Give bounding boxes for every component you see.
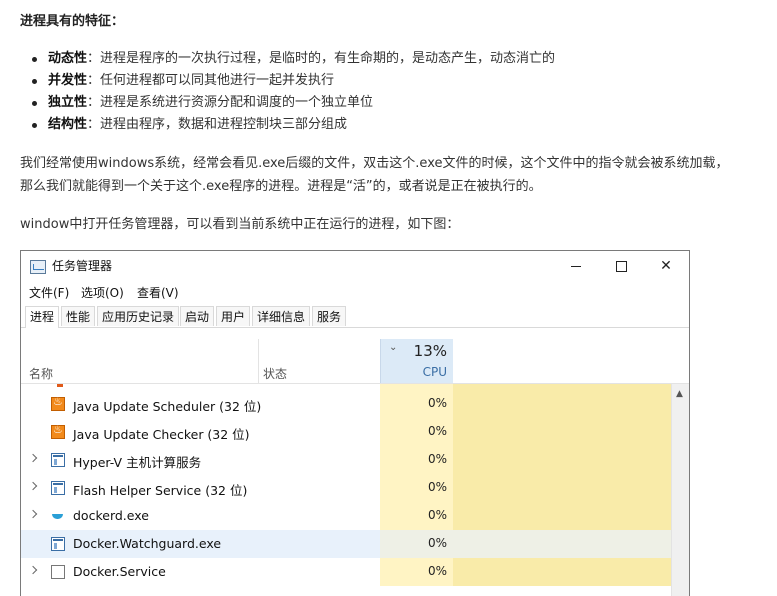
window-icon xyxy=(51,537,65,551)
feature-term: 并发性 xyxy=(48,73,88,88)
tab-users[interactable]: 用户 xyxy=(216,306,251,326)
cpu-column-label: CPU xyxy=(422,365,447,379)
process-name: Docker.Watchguard.exe xyxy=(73,536,222,551)
task-manager-window: 任务管理器 ✕ 文件(F) 选项(O) 查看(V) 进程 性能 应用历史记录 启… xyxy=(20,250,690,596)
tab-processes[interactable]: 进程 xyxy=(25,306,60,328)
expand-chevron-icon[interactable] xyxy=(30,454,38,462)
table-row[interactable]: Docker.Service 0% xyxy=(21,558,671,586)
memory-cell xyxy=(453,446,671,474)
feature-term: 独立性 xyxy=(48,95,88,110)
minimize-icon xyxy=(571,265,581,267)
memory-cell xyxy=(453,474,671,502)
process-name: dockerd.exe xyxy=(73,508,149,523)
column-divider[interactable] xyxy=(258,339,259,383)
feature-desc: ：进程是系统进行资源分配和调度的一个独立单位 xyxy=(87,95,374,110)
window-icon xyxy=(51,481,65,495)
menu-options[interactable]: 选项(O) xyxy=(81,284,124,301)
table-row[interactable]: Java Update Scheduler (32 位) 0% xyxy=(21,390,671,418)
expand-chevron-icon[interactable] xyxy=(30,510,38,518)
tab-performance[interactable]: 性能 xyxy=(61,306,96,326)
paragraph-line: 那么我们就能得到一个关于这个.exe程序的进程。进程是“活”的，或者说是正在被执… xyxy=(20,179,542,194)
table-row[interactable]: dockerd.exe 0% xyxy=(21,502,671,530)
memory-cell xyxy=(453,530,671,558)
memory-cell xyxy=(453,390,671,418)
process-cpu: 0% xyxy=(427,536,447,550)
expand-chevron-icon[interactable] xyxy=(30,482,38,490)
table-row[interactable]: Hyper-V 主机计算服务 0% xyxy=(21,446,671,474)
table-row-selected[interactable]: Docker.Watchguard.exe 0% xyxy=(21,530,671,558)
memory-cell xyxy=(453,558,671,586)
process-cpu: 0% xyxy=(427,508,447,522)
tab-services[interactable]: 服务 xyxy=(312,306,347,326)
feature-term: 结构性 xyxy=(48,117,88,132)
menu-file[interactable]: 文件(F) xyxy=(29,284,69,301)
scroll-up-icon[interactable]: ▲ xyxy=(676,389,683,399)
feature-desc: ：进程是程序的一次执行过程，是临时的，有生命期的，是动态产生，动态消亡的 xyxy=(87,51,556,66)
feature-item: 并发性：任何进程都可以同其他进行一起并发执行 xyxy=(20,70,555,92)
memory-cell xyxy=(453,418,671,446)
document-icon xyxy=(51,565,65,579)
close-button[interactable]: ✕ xyxy=(643,251,689,281)
feature-desc: ：进程由程序，数据和进程控制块三部分组成 xyxy=(87,117,348,132)
feature-desc: ：任何进程都可以同其他进行一起并发执行 xyxy=(87,73,335,88)
vertical-scrollbar[interactable]: ▲ xyxy=(671,384,689,596)
process-name: Docker.Service xyxy=(73,564,166,579)
feature-item: 结构性：进程由程序，数据和进程控制块三部分组成 xyxy=(20,114,555,136)
minimize-button[interactable] xyxy=(553,251,599,281)
tab-bar: 进程 性能 应用历史记录 启动 用户 详细信息 服务 xyxy=(21,306,689,328)
process-list: Java Update Scheduler (32 位) 0% Java Upd… xyxy=(21,384,671,596)
process-cpu: 0% xyxy=(427,564,447,578)
process-cpu: 0% xyxy=(427,480,447,494)
process-name: Java Update Scheduler (32 位) xyxy=(73,399,262,414)
process-cpu: 0% xyxy=(427,424,447,438)
tab-details[interactable]: 详细信息 xyxy=(252,306,311,326)
table-row[interactable]: Java Update Checker (32 位) 0% xyxy=(21,418,671,446)
column-header-status[interactable]: 状态 xyxy=(263,365,287,382)
section-heading: 进程具有的特征： xyxy=(20,14,125,29)
menu-view[interactable]: 查看(V) xyxy=(137,284,179,301)
maximize-icon xyxy=(615,260,627,272)
tab-app-history[interactable]: 应用历史记录 xyxy=(97,306,180,326)
process-cpu: 0% xyxy=(427,452,447,466)
docker-icon xyxy=(51,509,65,523)
java-icon xyxy=(51,395,65,411)
menu-bar: 文件(F) 选项(O) 查看(V) xyxy=(21,282,689,302)
paragraph-line: 我们经常使用windows系统，经常会看见.exe后缀的文件，双击这个.exe文… xyxy=(20,156,729,171)
sort-chevron-icon: ⌄ xyxy=(389,342,398,353)
cpu-total-percent: 13% xyxy=(413,342,447,360)
maximize-button[interactable] xyxy=(598,251,644,281)
process-name: Hyper-V 主机计算服务 xyxy=(73,455,202,470)
feature-item: 独立性：进程是系统进行资源分配和调度的一个独立单位 xyxy=(20,92,555,114)
feature-list: 动态性：进程是程序的一次执行过程，是临时的，有生命期的，是动态产生，动态消亡的 … xyxy=(20,48,555,136)
feature-item: 动态性：进程是程序的一次执行过程，是临时的，有生命期的，是动态产生，动态消亡的 xyxy=(20,48,555,70)
tab-startup[interactable]: 启动 xyxy=(180,306,215,326)
table-row[interactable]: Flash Helper Service (32 位) 0% xyxy=(21,474,671,502)
memory-cell xyxy=(453,502,671,530)
column-header-cpu[interactable]: ⌄ 13% CPU xyxy=(380,339,453,383)
feature-term: 动态性 xyxy=(48,51,88,66)
process-name: Flash Helper Service (32 位) xyxy=(73,483,248,498)
process-cpu: 0% xyxy=(427,396,447,410)
close-icon: ✕ xyxy=(660,258,672,274)
java-icon xyxy=(57,384,63,387)
window-title: 任务管理器 xyxy=(52,259,113,273)
expand-chevron-icon[interactable] xyxy=(30,566,38,574)
java-icon xyxy=(51,423,65,439)
window-icon xyxy=(51,453,65,467)
process-name: Java Update Checker (32 位) xyxy=(73,427,250,442)
title-bar[interactable]: 任务管理器 ✕ xyxy=(21,251,689,281)
paragraph-line: window中打开任务管理器，可以看到当前系统中正在运行的进程，如下图： xyxy=(20,217,460,232)
column-header-name[interactable]: 名称 xyxy=(29,365,53,382)
task-manager-icon xyxy=(30,260,46,274)
